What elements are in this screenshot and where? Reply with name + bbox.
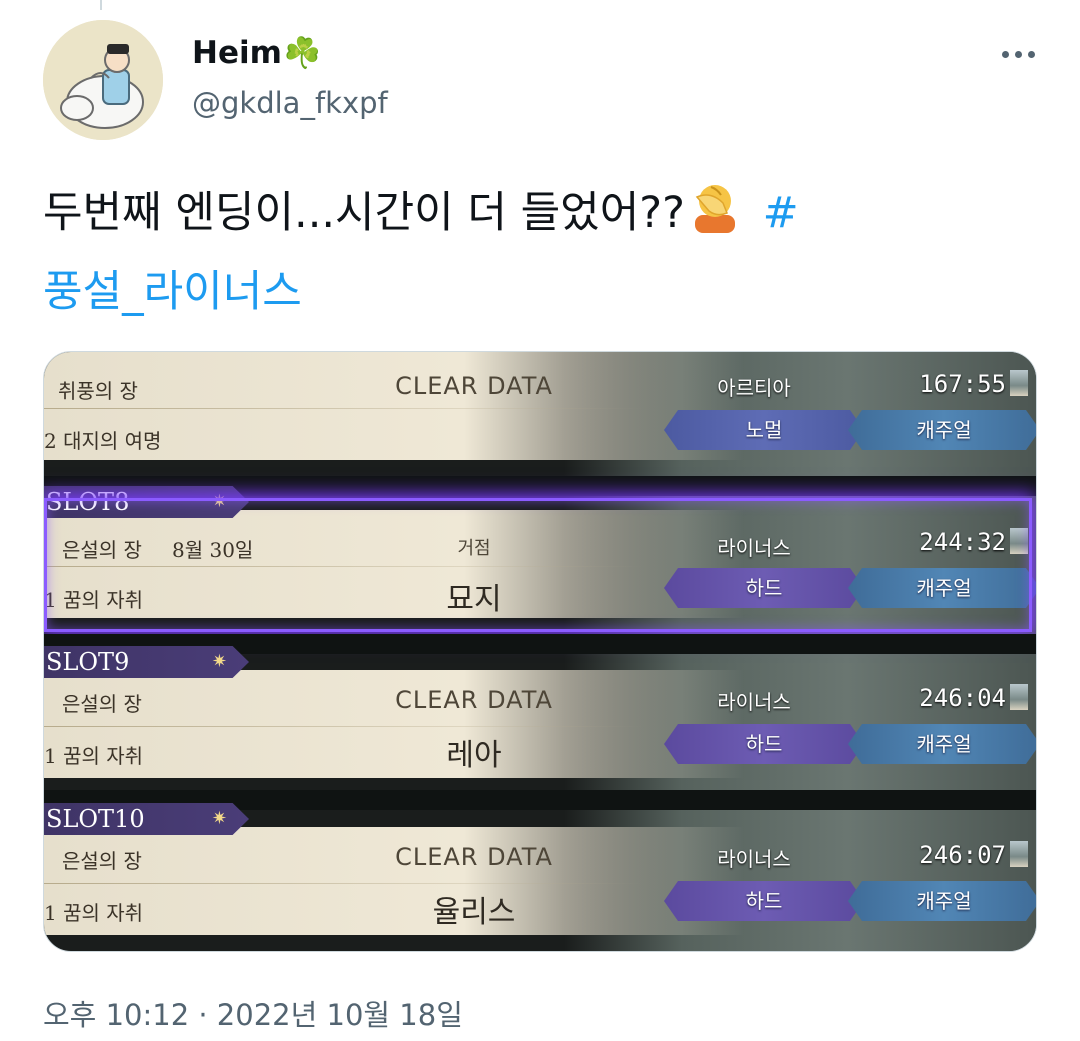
slot-separator <box>44 566 644 567</box>
mode-badge: 캐주얼 <box>848 568 1037 608</box>
slot-location-name: 묘지 <box>446 582 502 617</box>
clover-icon: ☘️ <box>283 36 322 71</box>
slot-character: 아르티아 <box>717 376 791 400</box>
difficulty-badge: 하드 <box>664 724 864 764</box>
user-handle[interactable]: @gkdla_fkxpf <box>192 83 388 123</box>
save-slot-9[interactable]: SLOT9 ✷ 은설의 장 CLEAR DATA 1 꿈의 자취 레아 라이너스 … <box>44 646 1037 778</box>
slot-character: 라이너스 <box>717 847 791 871</box>
display-name-text: Heim <box>192 35 282 71</box>
slot-tag-label: SLOT9 <box>46 648 130 676</box>
thread-connector-line <box>100 0 102 10</box>
hashtag-text: 풍설_라이너스 <box>43 267 302 317</box>
character-sprite-icon <box>1010 370 1028 396</box>
hashtag-symbol: # <box>762 188 799 238</box>
slot-tag-label: SLOT8 <box>46 488 130 516</box>
character-sprite-icon <box>1010 528 1028 554</box>
slot-chapter: 취풍의 장 <box>58 379 138 403</box>
character-sprite-icon <box>1010 684 1028 710</box>
character-sprite-icon <box>1010 841 1028 867</box>
slot-separator <box>44 726 644 727</box>
mode-badge: 캐주얼 <box>848 724 1037 764</box>
mode-badge: 캐주얼 <box>848 410 1037 450</box>
difficulty-badge: 하드 <box>664 568 864 608</box>
slot-tag: SLOT10 ✷ <box>44 803 249 835</box>
slot-clear-label: CLEAR DATA <box>395 686 553 714</box>
slot-tag: SLOT9 ✷ <box>44 646 249 678</box>
slot-character-name: 레아 <box>446 738 502 773</box>
slot-chapter: 은설의 장 <box>62 538 142 562</box>
difficulty-badge: 노멀 <box>664 410 864 450</box>
more-options-icon[interactable] <box>996 36 1040 72</box>
slot-playtime: 244:32 <box>919 528 1006 556</box>
slot-playtime: 167:55 <box>919 370 1006 398</box>
avatar-illustration-icon <box>43 20 163 140</box>
tweet-text: 두번째 엔딩이...시간이 더 들었어?? # 풍설_라이너스 <box>43 174 1043 332</box>
slot-subtitle: 2 대지의 여명 <box>44 429 162 453</box>
slot-separator <box>44 408 644 409</box>
slot-character-name: 율리스 <box>432 895 516 930</box>
slot-playtime: 246:07 <box>919 841 1006 869</box>
slot-subtitle: 1 꿈의 자취 <box>44 588 144 612</box>
slot-separator <box>44 883 644 884</box>
display-name[interactable]: Heim☘️ <box>192 33 321 74</box>
save-slot[interactable]: 취풍의 장 CLEAR DATA 2 대지의 여명 아르티아 167:55 노멀… <box>44 352 1037 460</box>
save-slot-8[interactable]: SLOT8 ✷ 은설의 장 8월 30일 거점 1 꿈의 자취 묘지 라이너스 2… <box>44 486 1037 618</box>
facepalm-emoji-icon <box>687 177 743 233</box>
tweet-body-text: 두번째 엔딩이...시간이 더 들었어?? <box>43 188 685 238</box>
mode-badge: 캐주얼 <box>848 881 1037 921</box>
slot-clear-label: CLEAR DATA <box>395 372 553 400</box>
slot-character: 라이너스 <box>717 690 791 714</box>
star-icon: ✷ <box>211 651 227 672</box>
slot-subtitle: 1 꿈의 자취 <box>44 901 144 925</box>
slot-chapter: 은설의 장 <box>62 849 142 873</box>
save-slot-10[interactable]: SLOT10 ✷ 은설의 장 CLEAR DATA 1 꿈의 자취 율리스 라이너… <box>44 803 1037 935</box>
difficulty-badge: 하드 <box>664 881 864 921</box>
slot-location-label: 거점 <box>457 538 491 559</box>
slot-character: 라이너스 <box>717 536 791 560</box>
star-icon: ✷ <box>211 491 227 512</box>
slot-chapter: 은설의 장 <box>62 692 142 716</box>
slot-tag-label: SLOT10 <box>46 805 145 833</box>
tweet-timestamp[interactable]: 오후 10:12 · 2022년 10월 18일 <box>43 995 463 1035</box>
tweet-media-image[interactable]: 취풍의 장 CLEAR DATA 2 대지의 여명 아르티아 167:55 노멀… <box>43 351 1037 952</box>
slot-playtime: 246:04 <box>919 684 1006 712</box>
star-icon: ✷ <box>211 808 227 829</box>
slot-subtitle: 1 꿈의 자취 <box>44 744 144 768</box>
avatar[interactable] <box>43 20 163 140</box>
slot-date: 8월 30일 <box>172 538 254 562</box>
slot-tag: SLOT8 ✷ <box>44 486 249 518</box>
slot-clear-label: CLEAR DATA <box>395 843 553 871</box>
